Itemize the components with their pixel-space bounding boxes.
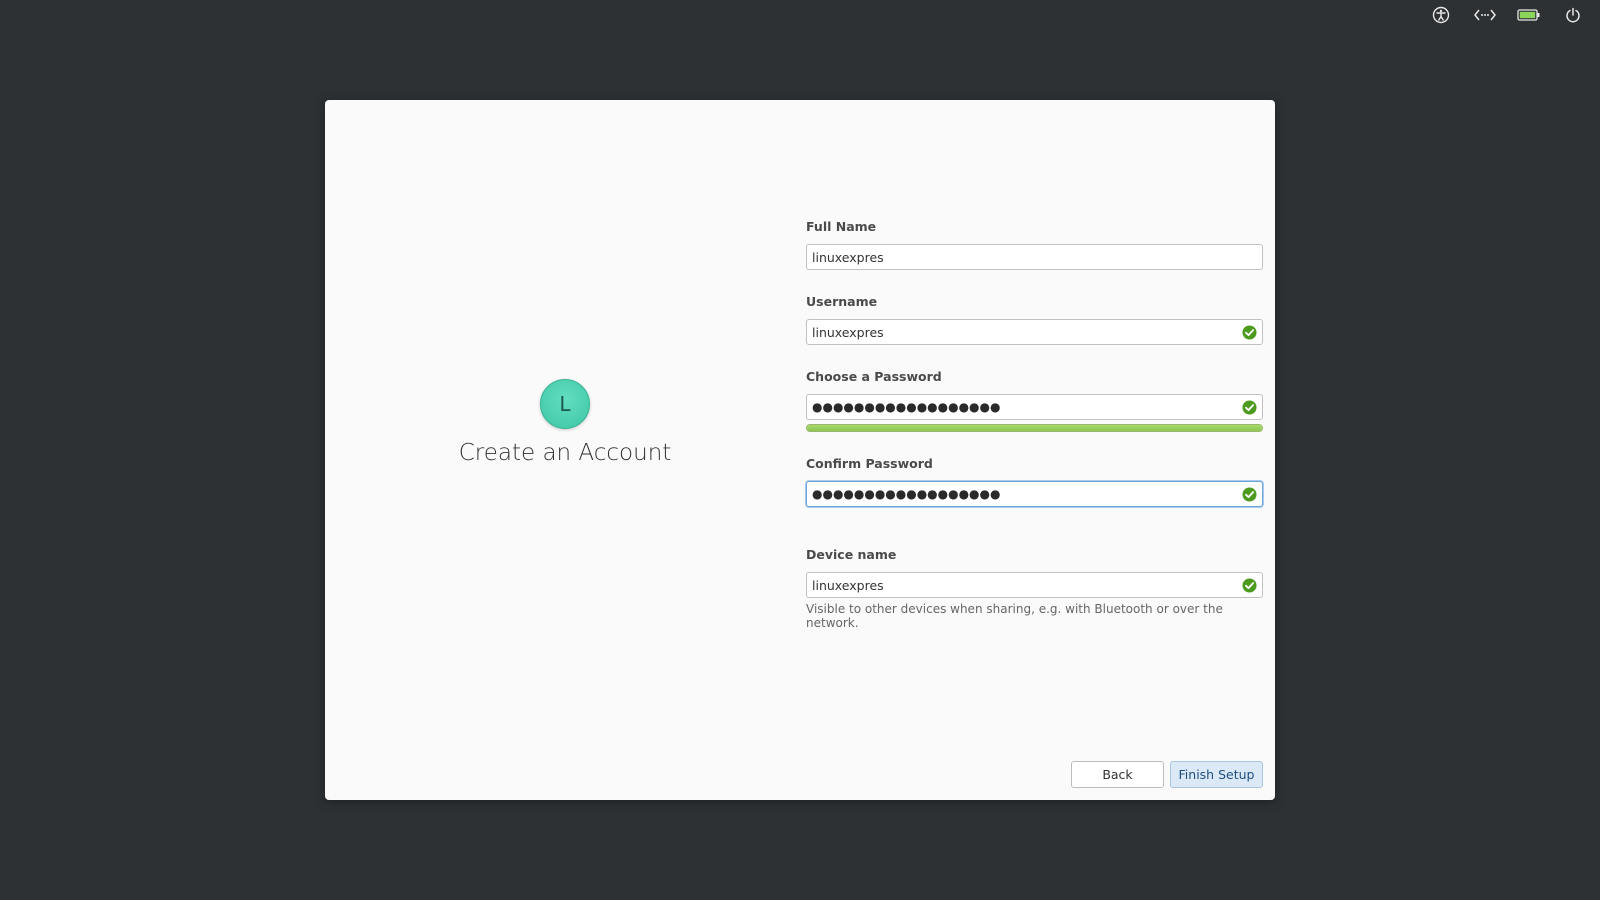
network-icon[interactable] bbox=[1472, 5, 1498, 25]
confirm-password-valid-check-icon bbox=[1242, 486, 1257, 502]
confirm-password-label: Confirm Password bbox=[806, 456, 933, 471]
power-icon[interactable] bbox=[1560, 5, 1586, 25]
password-label: Choose a Password bbox=[806, 369, 942, 384]
system-tray bbox=[1428, 5, 1586, 25]
desktop-background: L Create an Account Full Name linuxexpre… bbox=[0, 0, 1600, 900]
avatar-initial: L bbox=[559, 392, 571, 416]
password-input[interactable]: ●●●●●●●●●●●●●●●●●● bbox=[806, 394, 1263, 420]
confirm-password-input[interactable]: ●●●●●●●●●●●●●●●●●● bbox=[806, 481, 1263, 507]
password-strength-bar bbox=[806, 424, 1263, 432]
back-button[interactable]: Back bbox=[1071, 761, 1164, 788]
battery-level-fill bbox=[1519, 11, 1536, 19]
full-name-value: linuxexpres bbox=[812, 249, 884, 265]
full-name-label: Full Name bbox=[806, 219, 877, 234]
password-value: ●●●●●●●●●●●●●●●●●● bbox=[812, 400, 1001, 414]
page-title: Create an Account bbox=[458, 440, 672, 466]
password-strength-fill bbox=[807, 425, 1262, 431]
device-name-input[interactable]: linuxexpres bbox=[806, 572, 1263, 598]
battery-icon[interactable] bbox=[1516, 5, 1542, 25]
device-name-value: linuxexpres bbox=[812, 577, 884, 593]
user-avatar[interactable]: L bbox=[540, 379, 590, 429]
confirm-password-value: ●●●●●●●●●●●●●●●●●● bbox=[812, 487, 1001, 501]
username-label: Username bbox=[806, 294, 878, 309]
device-name-valid-check-icon bbox=[1242, 577, 1257, 593]
setup-dialog: L Create an Account Full Name linuxexpre… bbox=[325, 100, 1275, 800]
username-input[interactable]: linuxexpres bbox=[806, 319, 1263, 345]
device-name-label: Device name bbox=[806, 547, 897, 562]
username-valid-check-icon bbox=[1242, 324, 1257, 340]
accessibility-icon[interactable] bbox=[1428, 5, 1454, 25]
full-name-input[interactable]: linuxexpres bbox=[806, 244, 1263, 270]
account-header: L Create an Account bbox=[325, 100, 805, 800]
device-name-help-text: Visible to other devices when sharing, e… bbox=[806, 602, 1223, 630]
username-value: linuxexpres bbox=[812, 324, 884, 340]
password-valid-check-icon bbox=[1242, 399, 1257, 415]
finish-setup-button[interactable]: Finish Setup bbox=[1170, 761, 1263, 788]
